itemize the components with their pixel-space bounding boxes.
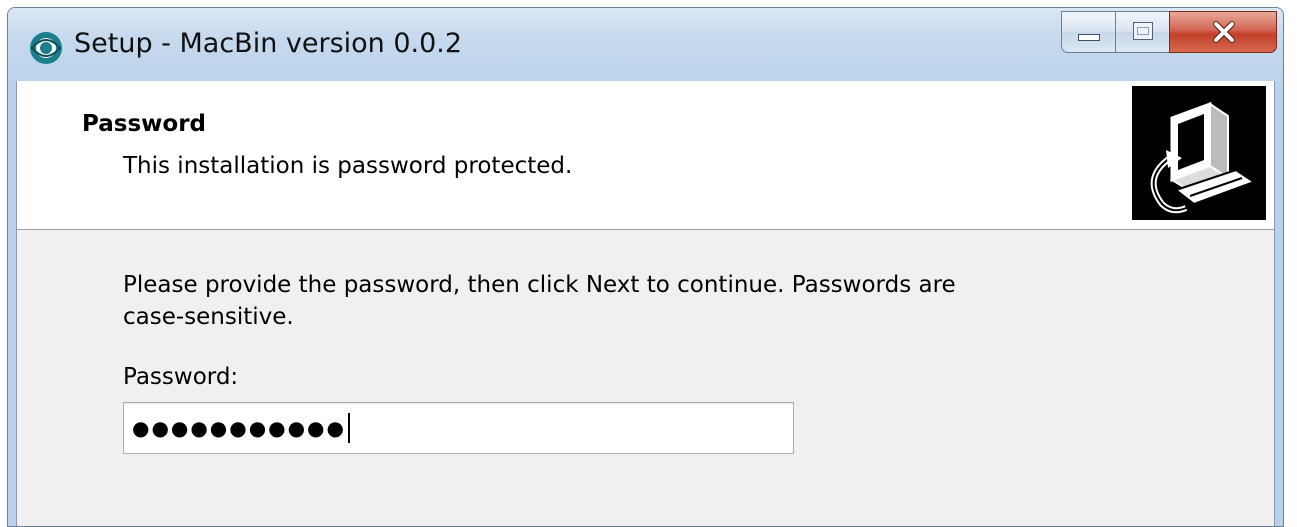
caption-buttons xyxy=(1061,11,1277,55)
password-label: Password: xyxy=(123,364,239,390)
minimize-button[interactable] xyxy=(1061,11,1115,53)
window-title: Setup - MacBin version 0.0.2 xyxy=(74,28,463,59)
computer-setup-icon xyxy=(1132,86,1266,220)
minimize-icon xyxy=(1078,34,1100,41)
close-button[interactable] xyxy=(1169,11,1277,53)
password-value: ●●●●●●●●●●● xyxy=(132,416,346,440)
password-input[interactable]: ●●●●●●●●●●● xyxy=(123,402,794,454)
setup-window: Setup - MacBin version 0.0.2 Password Th xyxy=(7,7,1284,527)
instructions-text: Please provide the password, then click … xyxy=(123,272,956,330)
wizard-header: Password This installation is password p… xyxy=(17,81,1274,230)
close-icon xyxy=(1208,15,1240,49)
maximize-icon xyxy=(1133,22,1153,40)
page-title: Password xyxy=(82,111,206,137)
page-subtitle: This installation is password protected. xyxy=(123,153,573,179)
text-caret xyxy=(347,413,350,443)
setup-app-icon xyxy=(28,30,64,66)
wizard-panel: Password This installation is password p… xyxy=(16,81,1275,526)
maximize-button[interactable] xyxy=(1115,11,1169,53)
title-bar[interactable]: Setup - MacBin version 0.0.2 xyxy=(8,8,1283,81)
